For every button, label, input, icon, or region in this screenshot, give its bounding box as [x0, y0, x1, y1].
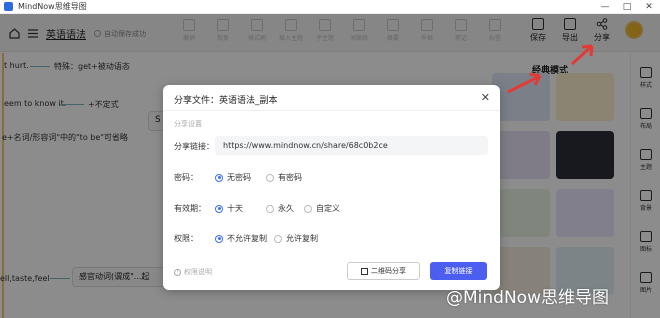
- radio-allow-copy[interactable]: 允许复制: [274, 233, 318, 244]
- title-bar: MindNow思维导图 — □ ✕: [0, 0, 660, 14]
- button-label: 二维码分享: [371, 267, 406, 275]
- dialog-title: 分享文件：英语语法_副本: [174, 96, 278, 106]
- radio-icon: [266, 204, 274, 213]
- radio-label: 允许复制: [286, 234, 318, 243]
- radio-label: 不允许复制: [227, 234, 267, 243]
- radio-custom[interactable]: 自定义: [304, 203, 340, 214]
- radio-icon: [266, 173, 274, 182]
- radio-icon: [215, 173, 223, 182]
- radio-icon: [304, 204, 312, 213]
- radio-permanent[interactable]: 永久: [266, 203, 294, 214]
- permission-help-link[interactable]: ? 权限说明: [174, 267, 212, 277]
- window-title: MindNow思维导图: [18, 2, 87, 11]
- radio-icon: [274, 234, 282, 243]
- radio-no-copy[interactable]: 不允许复制: [215, 233, 267, 244]
- radio-label: 无密码: [227, 173, 251, 182]
- radio-icon: [215, 204, 223, 213]
- qr-code-icon: [361, 267, 368, 275]
- help-text: 权限说明: [184, 268, 212, 276]
- share-dialog: 分享文件：英语语法_副本 ✕ 分享设置 分享链接： https://www.mi…: [163, 85, 500, 290]
- annotation-arrow: [507, 44, 594, 94]
- radio-label: 有密码: [278, 173, 302, 182]
- radio-label: 十天: [227, 204, 243, 213]
- permission-label: 权限：: [174, 234, 198, 243]
- radio-label: 自定义: [316, 204, 340, 213]
- close-icon[interactable]: ✕: [638, 0, 660, 14]
- qr-share-button[interactable]: 二维码分享: [347, 262, 420, 280]
- close-icon[interactable]: ✕: [481, 91, 490, 104]
- radio-label: 永久: [278, 204, 294, 213]
- radio-has-password[interactable]: 有密码: [266, 172, 302, 183]
- radio-ten-days[interactable]: 十天: [215, 203, 243, 214]
- maximize-icon[interactable]: □: [616, 0, 638, 14]
- minimize-icon[interactable]: —: [594, 0, 616, 14]
- copy-link-button[interactable]: 复制链接: [430, 262, 487, 280]
- app-logo-icon: [4, 2, 13, 11]
- link-label: 分享链接：: [174, 142, 214, 151]
- share-link-field[interactable]: https://www.mindnow.cn/share/68c0b2ce: [215, 136, 488, 155]
- divider: [163, 110, 500, 111]
- radio-icon: [215, 234, 223, 243]
- window-controls: — □ ✕: [594, 0, 660, 14]
- watermark: @MindNow思维导图: [446, 288, 609, 308]
- help-icon: ?: [174, 268, 181, 276]
- password-label: 密码：: [174, 173, 198, 182]
- radio-no-password[interactable]: 无密码: [215, 172, 251, 183]
- section-label: 分享设置: [174, 120, 202, 128]
- validity-label: 有效期：: [174, 204, 206, 213]
